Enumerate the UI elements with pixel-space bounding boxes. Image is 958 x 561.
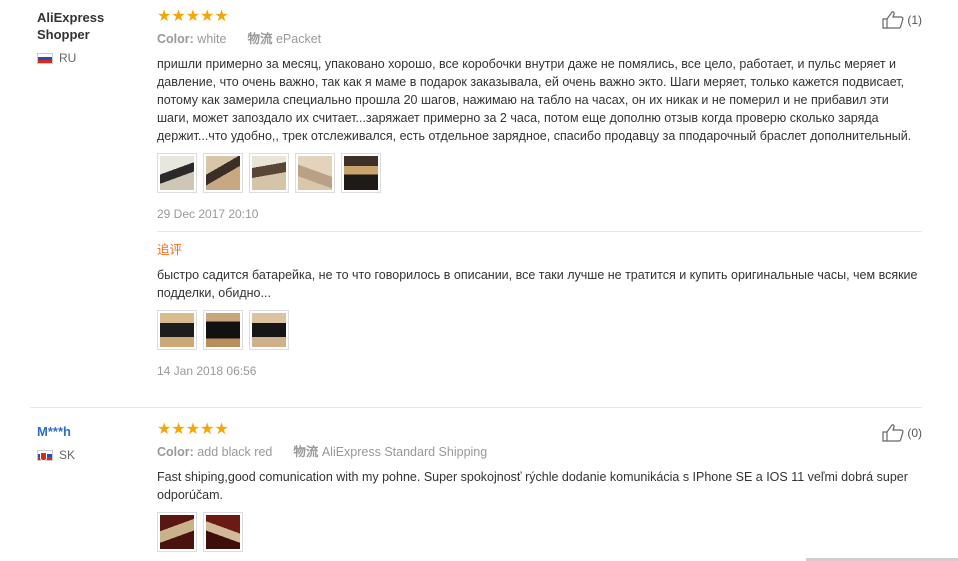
color-label: Color: xyxy=(157,32,194,46)
reviewer-name[interactable]: M***h xyxy=(37,423,147,440)
review-photo[interactable] xyxy=(157,310,197,350)
country-code: RU xyxy=(59,51,77,65)
star-rating: ★★★★★ xyxy=(157,421,229,438)
review-photo[interactable] xyxy=(295,153,335,193)
reviewer-info: AliExpress Shopper RU xyxy=(37,9,147,65)
followup-label: 追评 xyxy=(157,243,183,257)
review-attributes: Color: white 物流 ePacket xyxy=(157,31,922,47)
review-photo[interactable] xyxy=(249,153,289,193)
divider xyxy=(157,231,922,232)
review-photos xyxy=(157,153,922,193)
shipping-value: ePacket xyxy=(275,32,322,46)
followup-date: 14 Jan 2018 06:56 xyxy=(157,364,257,378)
review-text: Fast shiping,good comunication with my p… xyxy=(157,470,908,502)
review-photo[interactable] xyxy=(203,153,243,193)
review-photo[interactable] xyxy=(157,512,197,552)
review-item: AliExpress Shopper RU ★★★★★ Color: white… xyxy=(0,0,958,407)
helpful-count: (1) xyxy=(907,13,922,27)
flag-icon xyxy=(37,449,53,461)
review-photo[interactable] xyxy=(203,310,243,350)
reviewer-name: AliExpress Shopper xyxy=(37,10,105,42)
followup-text: быстро садится батарейка, не то что гово… xyxy=(157,268,918,300)
star-rating: ★★★★★ xyxy=(157,8,229,25)
helpful-button[interactable]: (1) xyxy=(882,11,922,29)
review-content: ★★★★★ Color: white 物流 ePacket пришли при… xyxy=(157,9,922,378)
thumbs-up-icon xyxy=(882,11,904,29)
color-label: Color: xyxy=(157,445,194,459)
color-value: add black red xyxy=(197,445,273,459)
country-code: SK xyxy=(59,448,76,462)
helpful-count: (0) xyxy=(907,426,922,440)
shipping-label: 物流 xyxy=(293,445,319,459)
reviewer-info: M***h SK xyxy=(37,423,147,462)
shipping-value: AliExpress Standard Shipping xyxy=(321,445,488,459)
review-photo[interactable] xyxy=(157,153,197,193)
reviewer-country: SK xyxy=(37,448,147,462)
shipping-label: 物流 xyxy=(247,32,273,46)
review-text: пришли примерно за месяц, упаковано хоро… xyxy=(157,57,912,143)
reviewer-country: RU xyxy=(37,51,147,65)
color-value: white xyxy=(197,32,227,46)
review-photo[interactable] xyxy=(249,310,289,350)
review-photo[interactable] xyxy=(203,512,243,552)
review-content: ★★★★★ Color: add black red 物流 AliExpress… xyxy=(157,422,922,552)
review-item: M***h SK ★★★★★ Color: add black red 物流 A… xyxy=(0,408,958,561)
review-date: 29 Dec 2017 20:10 xyxy=(157,207,259,221)
review-photo[interactable] xyxy=(341,153,381,193)
followup-photos xyxy=(157,310,922,350)
review-attributes: Color: add black red 物流 AliExpress Stand… xyxy=(157,444,922,460)
helpful-button[interactable]: (0) xyxy=(882,424,922,442)
thumbs-up-icon xyxy=(882,424,904,442)
review-photos xyxy=(157,512,922,552)
flag-icon xyxy=(37,52,53,64)
